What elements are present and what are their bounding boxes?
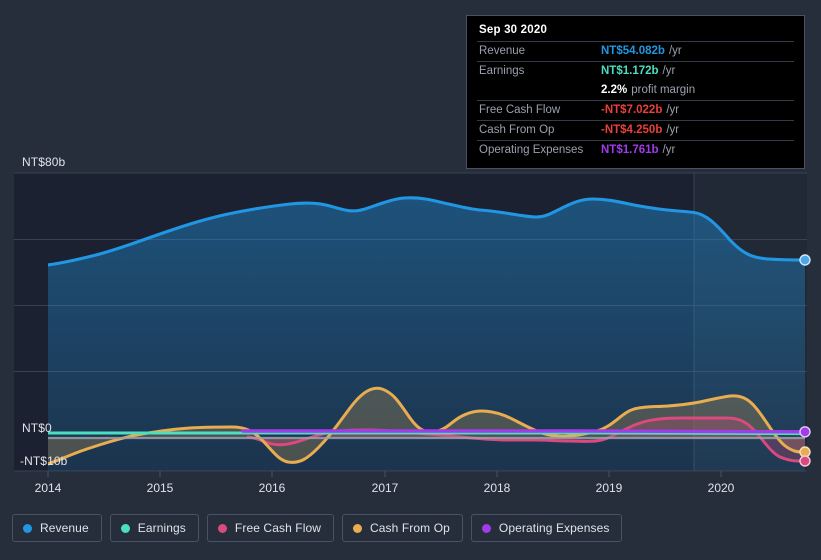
x-axis-label-2016: 2016 bbox=[258, 481, 286, 495]
tooltip-row-profit-margin: 2.2% profit margin bbox=[477, 81, 794, 100]
tooltip-unit-free-cash-flow: /yr bbox=[666, 104, 680, 116]
tooltip-row-earnings: Earnings NT$1.172b /yr bbox=[477, 61, 794, 81]
legend-label-cash-from-op: Cash From Op bbox=[370, 521, 450, 535]
tooltip-unit-earnings: /yr bbox=[662, 65, 676, 77]
tooltip-value-cash-from-op: -NT$4.250b bbox=[601, 124, 663, 136]
tooltip-label-free-cash-flow: Free Cash Flow bbox=[479, 104, 561, 116]
tooltip-value-earnings: NT$1.172b bbox=[601, 65, 659, 77]
tooltip-unit-cash-from-op: /yr bbox=[666, 124, 680, 136]
legend-item-revenue[interactable]: Revenue bbox=[12, 514, 102, 542]
chart-legend: Revenue Earnings Free Cash Flow Cash Fro… bbox=[12, 514, 623, 542]
tooltip-value-revenue: NT$54.082b bbox=[601, 45, 665, 57]
tooltip-value-profit-margin: 2.2% bbox=[601, 84, 628, 96]
tooltip-row-operating-expenses: Operating Expenses NT$1.761b /yr bbox=[477, 140, 794, 160]
x-axis-label-2019: 2019 bbox=[595, 481, 623, 495]
tooltip-row-revenue: Revenue NT$54.082b /yr bbox=[477, 41, 794, 61]
tooltip-label-earnings: Earnings bbox=[479, 65, 525, 77]
legend-label-earnings: Earnings bbox=[137, 521, 186, 535]
tooltip-label-cash-from-op: Cash From Op bbox=[479, 124, 555, 136]
x-axis-label-2017: 2017 bbox=[371, 481, 399, 495]
y-axis-label-zero: NT$0 bbox=[22, 421, 52, 435]
y-axis-label-top: NT$80b bbox=[22, 155, 66, 169]
tooltip-unit-profit-margin: profit margin bbox=[631, 84, 696, 96]
tooltip-value-operating-expenses: NT$1.761b bbox=[601, 144, 659, 156]
tooltip-value-free-cash-flow: -NT$7.022b bbox=[601, 104, 663, 116]
legend-dot-cash-from-op-icon bbox=[353, 523, 363, 533]
legend-dot-revenue-icon bbox=[23, 523, 32, 533]
x-axis-label-2015: 2015 bbox=[146, 481, 174, 495]
x-axis-label-2020: 2020 bbox=[707, 481, 735, 495]
series-operating-expenses-line bbox=[241, 429, 805, 434]
tooltip-unit-operating-expenses: /yr bbox=[662, 144, 676, 156]
legend-dot-free-cash-flow-icon bbox=[217, 523, 227, 533]
tooltip-label-operating-expenses: Operating Expenses bbox=[479, 144, 584, 156]
tooltip-label-revenue: Revenue bbox=[479, 45, 526, 57]
legend-label-free-cash-flow: Free Cash Flow bbox=[234, 521, 322, 535]
tooltip-date: Sep 30 2020 bbox=[479, 24, 548, 36]
legend-item-free-cash-flow[interactable]: Free Cash Flow bbox=[206, 514, 335, 542]
tooltip-row-cash-from-op: Cash From Op -NT$4.250b /yr bbox=[477, 120, 794, 140]
y-axis-label-bottom: -NT$10b bbox=[20, 454, 68, 468]
tooltip-unit-revenue: /yr bbox=[668, 45, 682, 57]
data-tooltip: Sep 30 2020 Revenue NT$54.082b /yr Earni… bbox=[466, 15, 805, 169]
legend-item-cash-from-op[interactable]: Cash From Op bbox=[342, 514, 463, 542]
legend-item-earnings[interactable]: Earnings bbox=[109, 514, 199, 542]
legend-label-revenue: Revenue bbox=[40, 521, 89, 535]
x-axis-label-2018: 2018 bbox=[483, 481, 511, 495]
legend-dot-operating-expenses-icon bbox=[481, 523, 491, 533]
legend-dot-earnings-icon bbox=[120, 523, 130, 533]
legend-label-operating-expenses: Operating Expenses bbox=[498, 521, 610, 535]
revenue-earnings-chart: NT$80b NT$0 -NT$10b 2014 2015 2016 2017 … bbox=[0, 0, 821, 560]
x-axis-ticks bbox=[47, 471, 722, 477]
x-axis-label-2014: 2014 bbox=[34, 481, 62, 495]
legend-item-operating-expenses[interactable]: Operating Expenses bbox=[470, 514, 623, 542]
tooltip-row-free-cash-flow: Free Cash Flow -NT$7.022b /yr bbox=[477, 100, 794, 120]
